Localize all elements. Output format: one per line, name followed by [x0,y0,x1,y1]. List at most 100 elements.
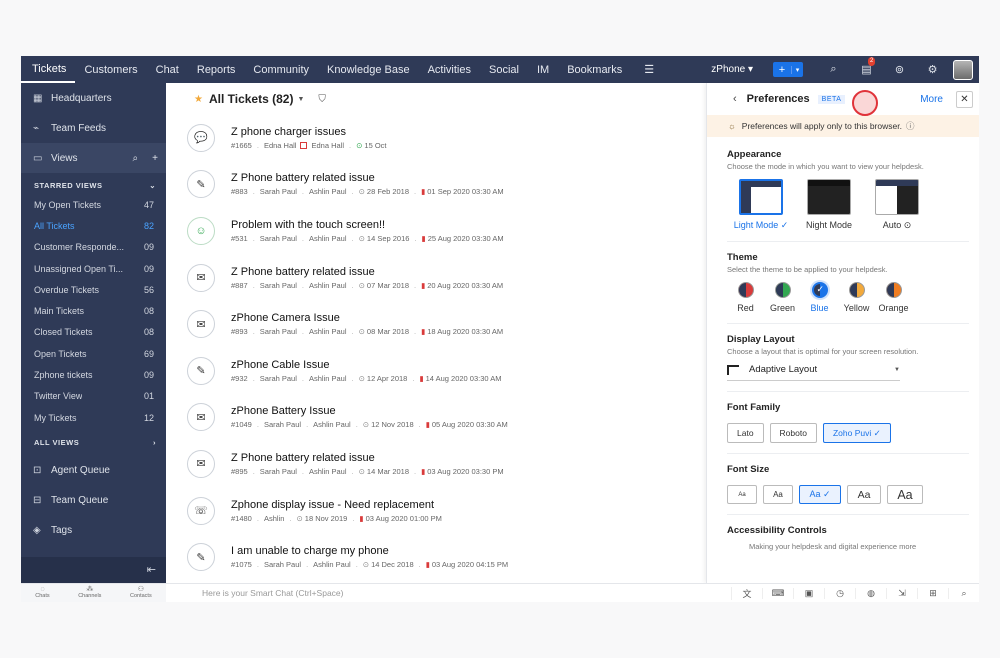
avatar[interactable] [953,59,973,80]
ticket-agent[interactable]: Ashlin Paul [309,187,347,196]
theme-option-green[interactable]: Green [764,282,801,313]
ticket-contact[interactable]: Sarah Paul [260,234,297,243]
ticket-agent[interactable]: Ashlin Paul [309,281,347,290]
tab-chat[interactable]: Chat [147,56,188,83]
ticket-subject[interactable]: zPhone Cable Issue [231,359,502,371]
table-row[interactable]: 💬 Z phone charger issues #1665. Edna Hall Ed… [166,115,706,162]
sidebar-view-item[interactable]: Unassigned Open Ti... 09 [21,258,166,279]
more-link[interactable]: More [920,94,943,105]
ticket-agent[interactable]: Ashlin Paul [313,560,351,569]
keyboard-icon[interactable]: ⌨ [762,587,793,599]
sidebar-item-agent-queue[interactable]: ⊡ Agent Queue [21,455,166,485]
ticket-contact[interactable]: Ashlin [264,514,284,523]
tab-social[interactable]: Social [480,56,528,83]
ticket-agent[interactable]: Ashlin Paul [313,420,351,429]
tab-reports[interactable]: Reports [188,56,245,83]
table-row[interactable]: ☺ Problem with the touch screen!! #531. Sar… [166,208,706,255]
font-size-l-button[interactable]: Aa [847,485,881,504]
table-row[interactable]: ✉ Z Phone battery related issue #887. Sarah… [166,255,706,302]
gift-icon[interactable]: ⊞ [917,587,948,599]
contacts-card-icon[interactable]: ▣ [793,587,824,599]
sidebar-item-views[interactable]: ▭ Views ⌕ + [21,143,166,173]
table-row[interactable]: ✎ I am unable to charge my phone #1075. Sar… [166,534,706,581]
table-row[interactable]: ✉ Z Phone battery related issue #895. Sarah… [166,441,706,488]
ticket-subject[interactable]: zPhone Camera Issue [231,312,503,324]
ticket-subject[interactable]: Z Phone battery related issue [231,172,504,184]
table-row[interactable]: ✎ Z Phone battery related issue #883. Sarah… [166,162,706,209]
search-icon[interactable]: ⌕ [948,587,979,599]
tab-tickets[interactable]: Tickets [21,56,76,83]
ticket-contact[interactable]: Sarah Paul [260,187,297,196]
sidebar-view-item[interactable]: Overdue Tickets 56 [21,279,166,300]
ticket-subject[interactable]: Z phone charger issues [231,126,387,138]
sidebar-view-item[interactable]: Zphone tickets 09 [21,364,166,385]
sidebar-item-headquarters[interactable]: ▦ Headquarters [21,83,166,113]
close-icon[interactable]: ✕ [956,90,973,108]
theme-option-yellow[interactable]: Yellow [838,282,875,313]
sidebar-item-tags[interactable]: ◈ Tags [21,515,166,545]
search-icon[interactable]: ⌕ [133,153,139,164]
ticket-subject[interactable]: Z Phone battery related issue [231,452,504,464]
plus-icon[interactable]: + [152,153,158,164]
theme-option-blue[interactable]: ✓ Blue [801,282,838,313]
table-row[interactable]: ✉ zPhone Camera Issue #893. Sarah Paul. Ashl… [166,301,706,348]
font-size-m-button[interactable]: Aa ✓ [799,485,841,504]
new-item-button[interactable]: + ▾ [773,62,803,77]
chats-button[interactable]: ◌ Chats [35,586,49,599]
font-size-xl-button[interactable]: Aa [887,485,923,504]
starred-views-header[interactable]: STARRED VIEWS ⌄ [21,177,166,194]
sidebar-view-item[interactable]: Open Tickets 69 [21,343,166,364]
table-row[interactable]: ✉ zPhone Battery Issue #1049. Sarah Paul. As… [166,395,706,442]
more-menu-icon[interactable]: ☰ [635,56,663,83]
sidebar-item-team-queue[interactable]: ⊟ Team Queue [21,485,166,515]
view-title[interactable]: All Tickets (82) [209,92,293,106]
gear-icon[interactable]: ⚙ [916,63,949,76]
font-zoho-puvi-button[interactable]: Zoho Puvi ✓ [822,423,891,443]
star-icon[interactable]: ★ [194,94,203,105]
font-lato-button[interactable]: Lato [727,423,764,443]
sidebar-view-item[interactable]: Customer Responde... 09 [21,237,166,258]
tab-bookmarks[interactable]: Bookmarks [558,56,631,83]
gamepad-icon[interactable]: ⊚ [883,63,916,76]
tab-im[interactable]: IM [528,56,558,83]
collapse-sidebar-icon[interactable]: ⇤ [21,557,166,583]
ticket-subject[interactable]: Zphone display issue - Need replacement [231,499,442,511]
contacts-button[interactable]: ⚇ Contacts [130,586,152,599]
tab-community[interactable]: Community [244,56,318,83]
sidebar-view-item[interactable]: Main Tickets 08 [21,300,166,321]
font-size-s-button[interactable]: Aa [763,485,793,504]
ticket-subject[interactable]: Problem with the touch screen!! [231,219,504,231]
theme-option-orange[interactable]: Orange [875,282,912,313]
tab-customers[interactable]: Customers [75,56,146,83]
all-views-header[interactable]: ALL VIEWS › [21,434,166,451]
ticket-contact[interactable]: Sarah Paul [260,281,297,290]
table-row[interactable]: ✎ zPhone Cable Issue #932. Sarah Paul. Ashli… [166,348,706,395]
export-icon[interactable]: ⇲ [886,587,917,599]
ticket-contact[interactable]: Sarah Paul [264,560,301,569]
translate-icon[interactable]: 文 [731,586,762,600]
sidebar-view-item[interactable]: Twitter View 01 [21,386,166,407]
night-mode-option[interactable]: Night Mode [795,179,863,231]
ticket-subject[interactable]: zPhone Battery Issue [231,405,508,417]
layout-select[interactable]: Adaptive Layout ▼ [727,364,900,381]
notifications-icon[interactable]: ▤ 2 [850,57,883,76]
ticket-agent[interactable]: Edna Hall [311,141,344,150]
auto-mode-option[interactable]: Auto ⊙ [863,179,931,231]
sidebar-view-item[interactable]: Closed Tickets 08 [21,322,166,343]
font-roboto-button[interactable]: Roboto [769,423,817,443]
ticket-contact[interactable]: Sarah Paul [260,327,297,336]
ticket-contact[interactable]: Sarah Paul [260,374,297,383]
ticket-contact[interactable]: Sarah Paul [264,420,301,429]
filter-icon[interactable]: ⛉ [318,94,326,105]
light-mode-option[interactable]: Light Mode ✓ [727,179,795,231]
sidebar-item-team-feeds[interactable]: ⌁ Team Feeds [21,113,166,143]
ticket-agent[interactable]: Ashlin Paul [309,327,347,336]
ticket-contact[interactable]: Sarah Paul [260,467,297,476]
sidebar-view-item[interactable]: All Tickets 82 [21,215,166,236]
ticket-subject[interactable]: I am unable to charge my phone [231,545,508,557]
clock-icon[interactable]: ◷ [824,587,855,599]
table-row[interactable]: ☏ Zphone display issue - Need replacement… [166,488,706,535]
info-icon[interactable]: ⓘ [906,120,915,132]
font-size-xs-button[interactable]: Aa [727,485,757,504]
ticket-agent[interactable]: Ashlin Paul [309,374,347,383]
